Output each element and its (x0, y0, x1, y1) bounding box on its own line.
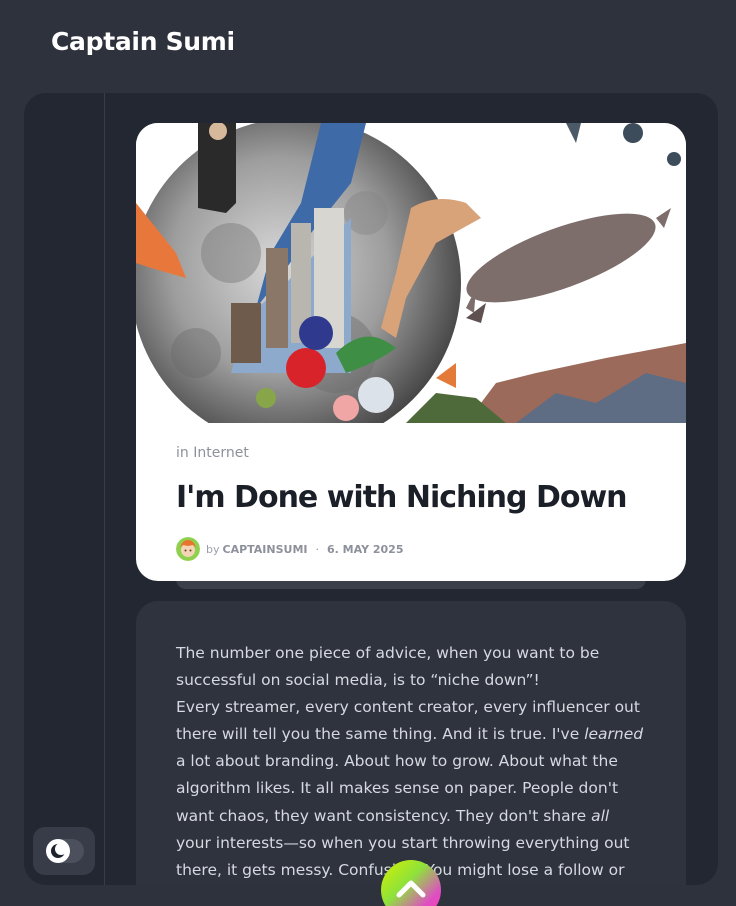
by-label: by (206, 542, 220, 556)
post-content-card: The number one piece of advice, when you… (136, 601, 686, 885)
category-prefix: in (176, 445, 189, 461)
paragraph-1: The number one piece of advice, when you… (176, 644, 600, 690)
sidebar-divider (104, 93, 105, 885)
paragraph-2: Every streamer, every content creator, e… (176, 694, 644, 884)
chevron-up-icon (396, 880, 426, 898)
moon-icon (51, 843, 67, 858)
emphasis-learned: learned (584, 725, 644, 744)
post-header-card: in Internet I'm Done with Niching Down b… (136, 123, 686, 581)
post-title: I'm Done with Niching Down (176, 480, 628, 515)
post-cover-image[interactable] (136, 123, 686, 423)
post-meta: by CAPTAINSUMI · 6. MAY 2025 (176, 536, 404, 562)
scroll-to-top-button[interactable] (381, 860, 441, 906)
emphasis-all: all (591, 806, 610, 825)
post-body: The number one piece of advice, when you… (176, 640, 644, 884)
paragraph-2-text-b: a lot about branding. About how to grow.… (176, 752, 619, 825)
main-frame: in Internet I'm Done with Niching Down b… (24, 93, 718, 885)
post-category: in Internet (176, 445, 249, 461)
author-avatar[interactable] (176, 537, 200, 561)
theme-toggle[interactable] (33, 827, 95, 875)
author-link[interactable]: CAPTAINSUMI (223, 543, 308, 556)
meta-separator: · (315, 542, 320, 556)
post-date: 6. MAY 2025 (327, 542, 404, 556)
toggle-knob[interactable] (46, 839, 70, 863)
site-title[interactable]: Captain Sumi (51, 27, 235, 56)
toggle-track[interactable] (46, 839, 84, 863)
paragraph-2-text-a: Every streamer, every content creator, e… (176, 698, 640, 744)
category-link[interactable]: Internet (193, 445, 249, 461)
